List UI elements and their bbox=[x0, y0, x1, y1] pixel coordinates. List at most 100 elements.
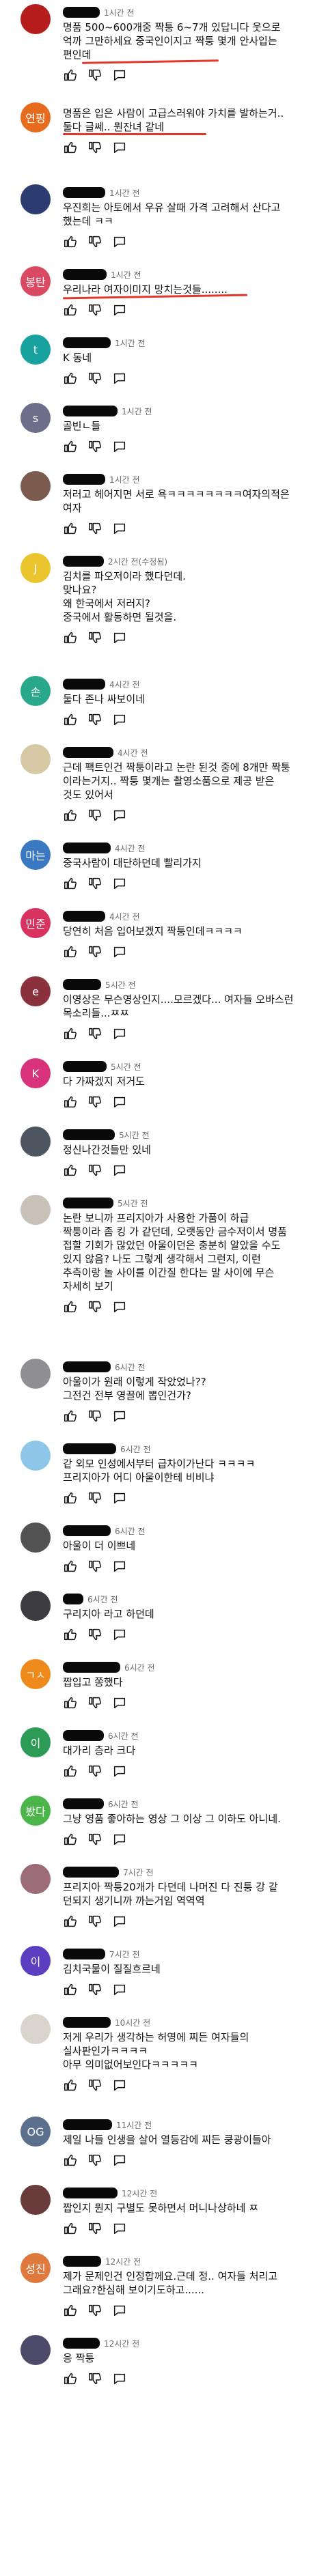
dislike-icon[interactable] bbox=[87, 2153, 102, 2168]
avatar[interactable]: K bbox=[20, 1058, 51, 1088]
avatar[interactable]: 이 bbox=[20, 1946, 51, 1976]
dislike-icon[interactable] bbox=[87, 876, 102, 891]
dislike-icon[interactable] bbox=[87, 1627, 102, 1642]
dislike-icon[interactable] bbox=[87, 1559, 102, 1574]
reply-icon[interactable] bbox=[112, 1832, 127, 1847]
avatar[interactable]: 봤다 bbox=[20, 1796, 51, 1826]
reply-icon[interactable] bbox=[112, 2221, 127, 2236]
avatar[interactable]: s bbox=[20, 403, 51, 433]
dislike-icon[interactable] bbox=[87, 234, 102, 249]
like-icon[interactable] bbox=[63, 302, 78, 317]
dislike-icon[interactable] bbox=[87, 439, 102, 454]
avatar[interactable]: 손 bbox=[20, 676, 51, 706]
dislike-icon[interactable] bbox=[87, 1490, 102, 1505]
like-icon[interactable] bbox=[63, 1914, 78, 1929]
reply-icon[interactable] bbox=[112, 1299, 127, 1314]
like-icon[interactable] bbox=[63, 1832, 78, 1847]
reply-icon[interactable] bbox=[112, 2078, 127, 2093]
avatar[interactable] bbox=[20, 2185, 51, 2215]
reply-icon[interactable] bbox=[112, 521, 127, 536]
like-icon[interactable] bbox=[63, 808, 78, 823]
reply-icon[interactable] bbox=[112, 1982, 127, 1997]
reply-icon[interactable] bbox=[112, 1559, 127, 1574]
reply-icon[interactable] bbox=[112, 1695, 127, 1710]
reply-icon[interactable] bbox=[112, 371, 127, 386]
avatar[interactable]: ㄱㅅ bbox=[20, 1659, 51, 1689]
like-icon[interactable] bbox=[63, 712, 78, 727]
avatar[interactable] bbox=[20, 1591, 51, 1621]
like-icon[interactable] bbox=[63, 2153, 78, 2168]
dislike-icon[interactable] bbox=[87, 712, 102, 727]
dislike-icon[interactable] bbox=[87, 521, 102, 536]
like-icon[interactable] bbox=[63, 1627, 78, 1642]
reply-icon[interactable] bbox=[112, 944, 127, 959]
avatar[interactable] bbox=[20, 1523, 51, 1553]
like-icon[interactable] bbox=[63, 68, 78, 83]
dislike-icon[interactable] bbox=[87, 1409, 102, 1424]
like-icon[interactable] bbox=[63, 1695, 78, 1710]
dislike-icon[interactable] bbox=[87, 1764, 102, 1779]
avatar[interactable]: 성진 bbox=[20, 2253, 51, 2283]
avatar[interactable] bbox=[20, 1127, 51, 1157]
reply-icon[interactable] bbox=[112, 302, 127, 317]
like-icon[interactable] bbox=[63, 439, 78, 454]
like-icon[interactable] bbox=[63, 1490, 78, 1505]
like-icon[interactable] bbox=[63, 1094, 78, 1109]
like-icon[interactable] bbox=[63, 2303, 78, 2318]
avatar[interactable] bbox=[20, 1864, 51, 1894]
like-icon[interactable] bbox=[63, 2221, 78, 2236]
dislike-icon[interactable] bbox=[87, 140, 102, 155]
like-icon[interactable] bbox=[63, 944, 78, 959]
reply-icon[interactable] bbox=[112, 2371, 127, 2386]
reply-icon[interactable] bbox=[112, 2303, 127, 2318]
reply-icon[interactable] bbox=[112, 876, 127, 891]
like-icon[interactable] bbox=[63, 371, 78, 386]
like-icon[interactable] bbox=[63, 1409, 78, 1424]
reply-icon[interactable] bbox=[112, 1914, 127, 1929]
dislike-icon[interactable] bbox=[87, 1695, 102, 1710]
dislike-icon[interactable] bbox=[87, 371, 102, 386]
reply-icon[interactable] bbox=[112, 234, 127, 249]
avatar[interactable]: 민준 bbox=[20, 908, 51, 938]
dislike-icon[interactable] bbox=[87, 1026, 102, 1041]
avatar[interactable] bbox=[20, 2014, 51, 2044]
avatar[interactable]: 봉탄 bbox=[20, 266, 51, 296]
dislike-icon[interactable] bbox=[87, 2221, 102, 2236]
like-icon[interactable] bbox=[63, 1163, 78, 1178]
dislike-icon[interactable] bbox=[87, 1163, 102, 1178]
reply-icon[interactable] bbox=[112, 712, 127, 727]
dislike-icon[interactable] bbox=[87, 2303, 102, 2318]
like-icon[interactable] bbox=[63, 234, 78, 249]
avatar[interactable]: 마는 bbox=[20, 840, 51, 870]
like-icon[interactable] bbox=[63, 1764, 78, 1779]
dislike-icon[interactable] bbox=[87, 1914, 102, 1929]
dislike-icon[interactable] bbox=[87, 808, 102, 823]
dislike-icon[interactable] bbox=[87, 2371, 102, 2386]
like-icon[interactable] bbox=[63, 2371, 78, 2386]
like-icon[interactable] bbox=[63, 630, 78, 645]
dislike-icon[interactable] bbox=[87, 1832, 102, 1847]
reply-icon[interactable] bbox=[112, 808, 127, 823]
avatar[interactable]: OG bbox=[20, 2117, 51, 2147]
avatar[interactable] bbox=[20, 471, 51, 501]
avatar[interactable] bbox=[20, 184, 51, 214]
reply-icon[interactable] bbox=[112, 1409, 127, 1424]
reply-icon[interactable] bbox=[112, 439, 127, 454]
reply-icon[interactable] bbox=[112, 68, 127, 83]
like-icon[interactable] bbox=[63, 1026, 78, 1041]
avatar[interactable] bbox=[20, 2335, 51, 2365]
avatar[interactable]: e bbox=[20, 976, 51, 1006]
like-icon[interactable] bbox=[63, 876, 78, 891]
dislike-icon[interactable] bbox=[87, 68, 102, 83]
dislike-icon[interactable] bbox=[87, 302, 102, 317]
avatar[interactable]: 연핑 bbox=[20, 102, 51, 132]
reply-icon[interactable] bbox=[112, 1026, 127, 1041]
reply-icon[interactable] bbox=[112, 1490, 127, 1505]
dislike-icon[interactable] bbox=[87, 630, 102, 645]
avatar[interactable]: 이 bbox=[20, 1727, 51, 1757]
reply-icon[interactable] bbox=[112, 630, 127, 645]
like-icon[interactable] bbox=[63, 2078, 78, 2093]
reply-icon[interactable] bbox=[112, 1764, 127, 1779]
dislike-icon[interactable] bbox=[87, 944, 102, 959]
dislike-icon[interactable] bbox=[87, 1299, 102, 1314]
